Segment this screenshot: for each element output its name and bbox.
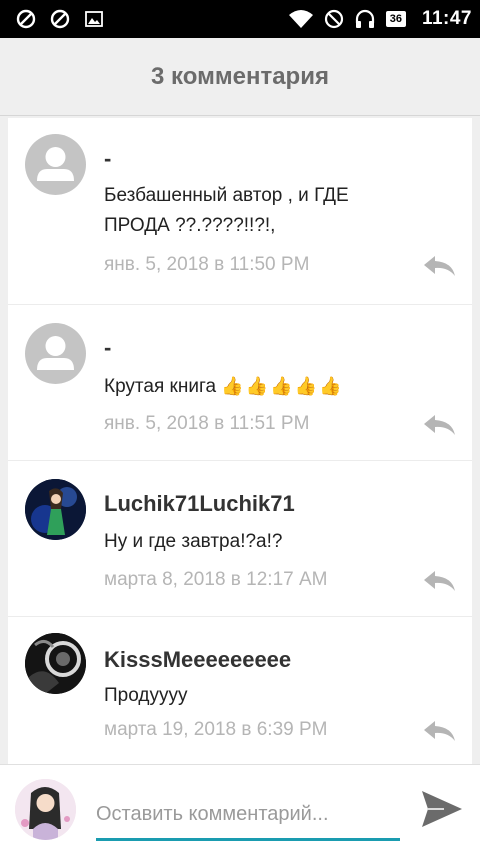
- comment-item: - Крутая книга 👍👍👍👍👍 янв. 5, 2018 в 11:5…: [8, 305, 472, 461]
- default-user-icon: [37, 336, 74, 370]
- reply-icon: [424, 256, 455, 276]
- comment-text-content: Крутая книга: [104, 376, 217, 397]
- avatar[interactable]: [25, 633, 86, 694]
- comment-item: Luchik71Luchik71 Ну и где завтра!?а!? ма…: [8, 461, 472, 617]
- avatar[interactable]: [25, 323, 86, 384]
- comment-author[interactable]: KisssMeeeeeeeee: [104, 647, 291, 673]
- comment-text: Продуууу: [104, 685, 188, 706]
- avatar[interactable]: [25, 134, 86, 195]
- comment-item: - Безбашенный автор , и ГДЕ ПРОДА ??.???…: [8, 118, 472, 305]
- comment-author[interactable]: -: [104, 335, 111, 361]
- comment-text: Ну и где завтра!?а!?: [104, 531, 283, 552]
- comment-author[interactable]: Luchik71Luchik71: [104, 491, 295, 517]
- blocked-notification-icon: [50, 9, 70, 29]
- comment-date: янв. 5, 2018 в 11:50 PM: [104, 254, 310, 275]
- user-avatar-image: [15, 779, 76, 840]
- clock: 11:47: [421, 8, 472, 29]
- header: 3 комментария: [0, 38, 480, 116]
- reply-icon: [424, 415, 455, 435]
- default-user-icon: [37, 147, 74, 181]
- page-title: 3 комментария: [151, 62, 329, 90]
- do-not-disturb-icon: [324, 9, 344, 29]
- status-right: 36 11:47: [288, 8, 472, 30]
- headphones-icon: [354, 9, 376, 29]
- comment-list[interactable]: - Безбашенный автор , и ГДЕ ПРОДА ??.???…: [8, 118, 472, 764]
- send-icon: [422, 791, 462, 827]
- battery-level: 36: [385, 11, 406, 27]
- reply-button[interactable]: [422, 413, 456, 437]
- comment-date: янв. 5, 2018 в 11:51 PM: [104, 413, 310, 434]
- comment-item: KisssMeeeeeeeee Продуууу марта 19, 2018 …: [8, 617, 472, 764]
- reply-icon: [424, 721, 455, 741]
- current-user-avatar: [15, 779, 76, 840]
- comment-author[interactable]: -: [104, 146, 111, 172]
- reply-button[interactable]: [422, 254, 456, 278]
- comment-date: марта 8, 2018 в 12:17 AM: [104, 569, 328, 590]
- reply-button[interactable]: [422, 719, 456, 743]
- comment-date: марта 19, 2018 в 6:39 PM: [104, 719, 328, 740]
- user-avatar-image: [25, 633, 86, 694]
- comment-composer: [0, 764, 480, 854]
- reply-icon: [424, 571, 455, 591]
- comment-input[interactable]: [96, 795, 400, 841]
- comment-text: Крутая книга 👍👍👍👍👍: [104, 371, 404, 402]
- user-avatar-image: [25, 479, 86, 540]
- comment-text: Безбашенный автор , и ГДЕ ПРОДА ??.????!…: [104, 185, 349, 236]
- status-left: [16, 9, 104, 29]
- status-bar: 36 11:47: [0, 0, 480, 38]
- avatar[interactable]: [25, 479, 86, 540]
- send-button[interactable]: [418, 789, 466, 831]
- reply-button[interactable]: [422, 569, 456, 593]
- wifi-icon: [288, 9, 314, 29]
- blocked-notification-icon: [16, 9, 36, 29]
- thumbs-up-emoji: 👍👍👍👍👍: [221, 376, 344, 396]
- image-notification-icon: [84, 9, 104, 29]
